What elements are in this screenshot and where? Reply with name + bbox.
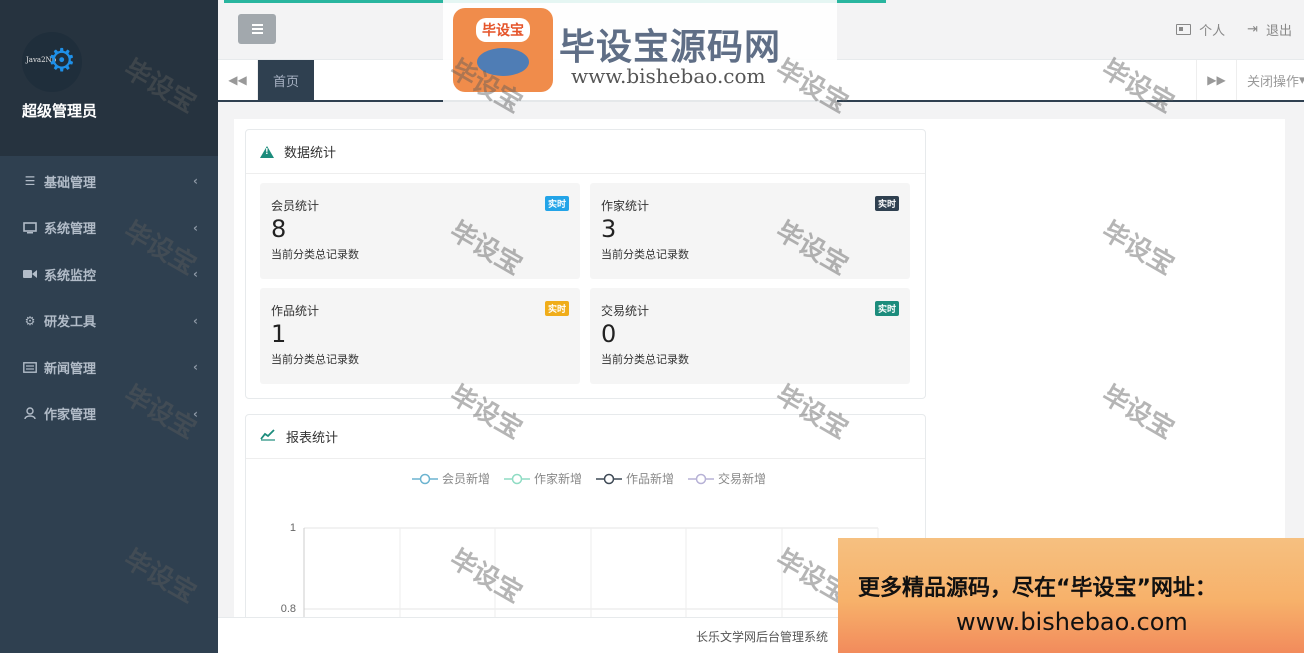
watermark-title: 毕设宝源码网 bbox=[559, 27, 782, 68]
legend-label: 交易新增 bbox=[718, 472, 767, 486]
stat-subtitle: 当前分类总记录数 bbox=[601, 353, 689, 366]
legend-swatch bbox=[596, 473, 623, 484]
legend-item[interactable]: 作品新增 bbox=[596, 470, 674, 487]
sidebar-item-devtools[interactable]: ⚙ 研发工具 ‹ bbox=[0, 298, 218, 345]
sidebar-item-label: 基础管理 bbox=[44, 175, 97, 191]
video-icon bbox=[22, 269, 38, 279]
stat-value: 8 bbox=[271, 215, 287, 243]
status-badge: 实时 bbox=[874, 301, 899, 316]
chart-legend: 会员新增 作家新增 作品新增 交易新增 bbox=[412, 470, 766, 487]
id-card-icon bbox=[1176, 24, 1192, 35]
chevron-left-icon: ‹ bbox=[193, 313, 198, 328]
promo-line-2: www.bishebao.com bbox=[956, 608, 1188, 636]
legend-label: 作品新增 bbox=[626, 472, 675, 486]
avatar[interactable]: Java2Nb ⚙ bbox=[22, 32, 82, 92]
sidebar-item-basic[interactable]: ☰ 基础管理 ‹ bbox=[0, 158, 218, 205]
sidebar-menu: ☰ 基础管理 ‹ 系统管理 ‹ 系统监控 ‹ ⚙ 研发工具 ‹ 新闻管理 ‹ 作… bbox=[0, 158, 218, 437]
gear-logo-icon: ⚙ bbox=[47, 41, 76, 79]
legend-label: 作家新增 bbox=[534, 472, 583, 486]
line-chart-icon bbox=[260, 428, 276, 445]
sidebar-item-label: 研发工具 bbox=[44, 315, 97, 331]
stat-title: 会员统计 bbox=[271, 199, 320, 213]
stat-value: 1 bbox=[271, 320, 287, 348]
stats-panel-title: 数据统计 bbox=[284, 146, 337, 161]
legend-item[interactable]: 会员新增 bbox=[412, 470, 490, 487]
top-right-links: 个人 ⇥ 退出 bbox=[1176, 20, 1292, 39]
legend-item[interactable]: 作家新增 bbox=[504, 470, 582, 487]
status-badge: 实时 bbox=[544, 301, 569, 316]
status-badge: 实时 bbox=[874, 196, 899, 211]
chevron-left-icon: ‹ bbox=[193, 360, 198, 375]
monitor-icon bbox=[22, 221, 38, 234]
stats-panel-header: 数据统计 bbox=[246, 130, 925, 174]
legend-swatch bbox=[412, 473, 438, 484]
tab-home[interactable]: 首页 bbox=[258, 60, 314, 100]
stat-card-trades: 交易统计 0 当前分类总记录数 实时 bbox=[590, 288, 910, 384]
watermark-url: www.bishebao.com bbox=[571, 64, 766, 88]
menu-icon: ☰ bbox=[24, 174, 36, 189]
chevron-left-icon: ‹ bbox=[193, 174, 198, 189]
legend-swatch bbox=[504, 473, 531, 484]
stat-subtitle: 当前分类总记录数 bbox=[271, 353, 359, 366]
legend-item[interactable]: 交易新增 bbox=[688, 470, 766, 487]
legend-label: 会员新增 bbox=[442, 472, 491, 486]
gear-icon: ⚙ bbox=[24, 313, 36, 328]
tab-scroll-left-button[interactable]: ◀◀ bbox=[218, 60, 258, 100]
stat-card-writers: 作家统计 3 当前分类总记录数 实时 bbox=[590, 183, 910, 279]
stat-title: 作家统计 bbox=[601, 199, 650, 213]
stat-card-members: 会员统计 8 当前分类总记录数 实时 bbox=[260, 183, 580, 279]
footer-text: 长乐文学网后台管理系统 bbox=[696, 630, 829, 644]
stat-title: 交易统计 bbox=[601, 304, 650, 318]
caret-down-icon: ▾ bbox=[1299, 73, 1304, 88]
chevron-left-icon: ‹ bbox=[193, 267, 198, 282]
status-badge: 实时 bbox=[544, 196, 569, 211]
close-tabs-label: 关闭操作 bbox=[1247, 74, 1300, 90]
user-icon bbox=[22, 407, 38, 420]
promo-banner: 更多精品源码，尽在“毕设宝”网址： www.bishebao.com bbox=[838, 538, 1304, 653]
sidebar-toggle-button[interactable] bbox=[238, 14, 276, 44]
warning-icon bbox=[260, 145, 274, 158]
sign-out-icon: ⇥ bbox=[1247, 22, 1258, 37]
chevron-left-icon: ‹ bbox=[193, 220, 198, 235]
stat-value: 3 bbox=[601, 215, 617, 243]
personal-label: 个人 bbox=[1199, 24, 1226, 39]
stat-title: 作品统计 bbox=[271, 304, 320, 318]
tab-scroll-right-button[interactable]: ▶▶ bbox=[1196, 60, 1236, 100]
stat-value: 0 bbox=[601, 320, 617, 348]
logout-label: 退出 bbox=[1265, 24, 1292, 39]
promo-line-1: 更多精品源码，尽在“毕设宝”网址： bbox=[858, 576, 1217, 601]
y-tick-label: 0.8 bbox=[281, 603, 296, 615]
personal-link[interactable]: 个人 bbox=[1176, 20, 1225, 39]
sidebar-item-label: 新闻管理 bbox=[44, 361, 97, 377]
close-tabs-dropdown[interactable]: 关闭操作 ▾ bbox=[1236, 60, 1304, 100]
y-tick-label: 1 bbox=[290, 522, 296, 534]
watermark-logo-text: 毕设宝 bbox=[476, 18, 530, 42]
report-panel-title: 报表统计 bbox=[286, 431, 339, 446]
legend-swatch bbox=[688, 473, 715, 484]
stat-card-works: 作品统计 1 当前分类总记录数 实时 bbox=[260, 288, 580, 384]
newspaper-icon bbox=[22, 361, 38, 373]
sidebar-item-news[interactable]: 新闻管理 ‹ bbox=[0, 344, 218, 391]
logout-link[interactable]: ⇥ 退出 bbox=[1247, 20, 1292, 39]
